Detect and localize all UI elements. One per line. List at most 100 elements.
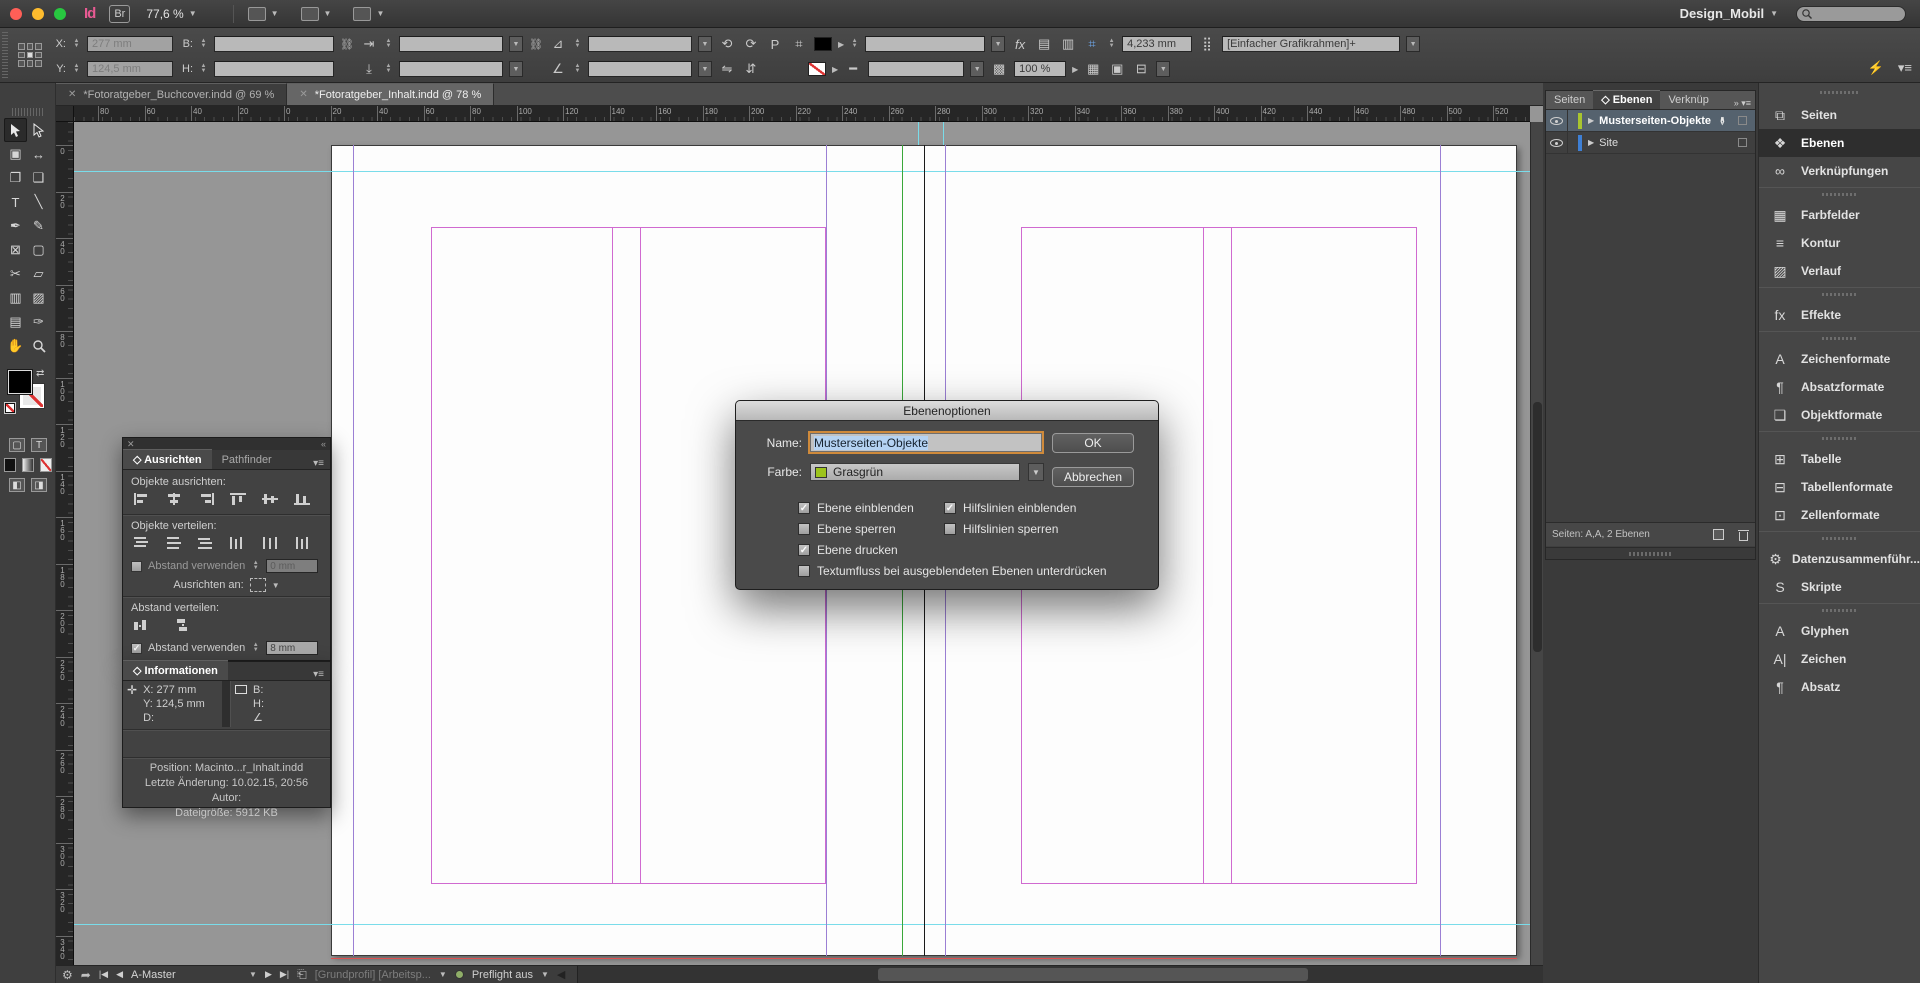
new-layer-button[interactable] [1713, 529, 1724, 540]
scale-y-field[interactable] [399, 61, 503, 77]
vertical-ruler[interactable]: 0204060801001201401601802002202402602803… [56, 122, 74, 965]
spacing-field[interactable]: 0 mm [266, 559, 318, 573]
zoom-level-dropdown[interactable]: 77,6 %▼ [146, 7, 196, 21]
version-sync-icon[interactable]: ⚙ [62, 968, 73, 982]
layer-name[interactable]: Site [1599, 137, 1618, 149]
height-stepper[interactable]: ▲▼ [199, 61, 208, 77]
last-page-button[interactable]: ▶| [280, 969, 289, 980]
panel-collapse-icon[interactable]: » ▾≡ [1734, 98, 1755, 109]
next-page-button[interactable]: ▶ [265, 969, 272, 980]
bridge-button[interactable]: Br [109, 5, 130, 23]
panel-menu-icon[interactable]: ▾≡ [313, 458, 330, 469]
dock-item-farbfelder[interactable]: ▦Farbfelder [1759, 201, 1920, 229]
layer-visibility-toggle[interactable] [1546, 132, 1568, 153]
corner-options-icon[interactable]: ⌗ [1083, 36, 1101, 52]
preview-view-button[interactable]: ◨ [31, 478, 47, 492]
distribute-dis-r-icon[interactable] [293, 536, 311, 550]
layer-name-input[interactable]: Musterseiten-Objekte [810, 433, 1042, 452]
layer-row-1[interactable]: ▶ Site [1546, 132, 1755, 154]
layer-color-dropdown[interactable]: ▼ [1028, 463, 1044, 481]
frame-fitting-dropdown[interactable]: ▼ [1156, 61, 1170, 77]
vertical-scrollbar[interactable] [1530, 122, 1543, 965]
tools-panel-grip[interactable] [12, 108, 44, 116]
align-al-m-icon[interactable] [261, 492, 279, 506]
close-tab-icon[interactable]: ✕ [68, 89, 76, 100]
horizontal-scrollbar-thumb[interactable] [878, 968, 1308, 981]
dock-group-divider[interactable] [1759, 331, 1920, 345]
distribute-dis-m-icon[interactable] [165, 536, 183, 550]
stroke-weight-field[interactable] [865, 36, 985, 52]
page-tool[interactable]: ▣ [4, 142, 27, 166]
workspace-switcher[interactable]: Design_Mobil▼ [1680, 6, 1778, 21]
checkbox-textumfluss-3[interactable]: Textumfluss bei ausgeblendeten Ebenen un… [798, 564, 1107, 578]
document-tab-0[interactable]: ✕*Fotoratgeber_Buchcover.indd @ 69 % [56, 83, 287, 105]
layer-name[interactable]: Musterseiten-Objekte [1599, 115, 1711, 127]
preflight-profile-label[interactable]: [Grundprofil] [Arbeitsp... [315, 969, 431, 981]
dock-item-verlauf[interactable]: ▨Verlauf [1759, 257, 1920, 285]
preflight-label[interactable]: Preflight aus [472, 969, 533, 981]
screen-mode-dropdown[interactable]: ▼ [301, 7, 332, 21]
cyan-ruler-guide[interactable] [74, 924, 1530, 925]
distribute-dis-c-icon[interactable] [261, 536, 279, 550]
type-tool[interactable]: T [4, 190, 27, 214]
dock-item-absatz[interactable]: ¶Absatz [1759, 673, 1920, 701]
delete-layer-button[interactable] [1738, 529, 1749, 541]
dock-item-zellenformate[interactable]: ⊡Zellenformate [1759, 501, 1920, 529]
checkbox-ebene-0[interactable]: ✓Ebene einblenden [798, 501, 914, 515]
scale-x-field[interactable] [399, 36, 503, 52]
x-field[interactable]: 277 mm [87, 36, 173, 52]
apply-gradient-button[interactable] [22, 458, 34, 472]
x-stepper[interactable]: ▲▼ [72, 36, 81, 52]
view-options-dropdown[interactable]: ▼ [248, 7, 279, 21]
corner-radius-field[interactable]: 4,233 mm [1122, 36, 1192, 52]
content-placer-tool[interactable]: ❑ [27, 166, 50, 190]
dock-group-divider[interactable] [1759, 531, 1920, 545]
fill-color-swatch[interactable] [814, 37, 832, 51]
object-style-field[interactable]: [Einfacher Grafikrahmen]+ [1222, 36, 1400, 52]
stroke-color-swatch[interactable] [808, 62, 826, 76]
object-style-dropdown[interactable]: ▼ [1406, 36, 1420, 52]
formatting-affects-text-button[interactable]: T [31, 438, 47, 452]
dock-group-divider[interactable] [1759, 287, 1920, 301]
close-tab-icon[interactable]: ✕ [299, 89, 307, 100]
dock-group-divider[interactable] [1759, 187, 1920, 201]
layer-color-select[interactable]: Grasgrün [810, 463, 1020, 481]
dock-item-tabelle[interactable]: ⊞Tabelle [1759, 445, 1920, 473]
panel-tab-seiten[interactable]: Seiten [1546, 92, 1593, 109]
document-status-icon[interactable]: ⎗ [297, 967, 307, 982]
rotation-field[interactable] [588, 61, 692, 77]
selection-tool[interactable] [4, 118, 27, 142]
stroke-weight-stepper[interactable]: ▲▼ [850, 36, 859, 52]
frame-fitting-icon[interactable]: ⊟ [1132, 61, 1150, 77]
reference-point-proxy[interactable] [18, 43, 42, 67]
scissors-tool[interactable]: ✂ [4, 262, 27, 286]
dock-item-datenzusammenführ-[interactable]: ⚙Datenzusammenführ... [1759, 545, 1920, 573]
share-icon[interactable]: ➦ [81, 968, 91, 982]
preflight-dropdown[interactable]: ▼ [541, 970, 549, 979]
height-field[interactable] [214, 61, 334, 77]
direct-selection-tool[interactable] [27, 118, 50, 142]
hscroll-left-arrow[interactable]: ◀ [557, 968, 565, 981]
disclosure-triangle-icon[interactable]: ▶ [1588, 138, 1594, 147]
tab-pathfinder[interactable]: Pathfinder [212, 451, 282, 469]
y-field[interactable]: 124,5 mm [87, 61, 173, 77]
dock-item-zeichen[interactable]: A|Zeichen [1759, 645, 1920, 673]
ok-button[interactable]: OK [1052, 433, 1134, 453]
wrap-bounding-icon[interactable]: ▥ [1059, 36, 1077, 52]
quick-apply-icon[interactable]: ⚡ [1868, 60, 1884, 76]
flip-h-icon[interactable]: ⇋ [718, 61, 736, 77]
tab-ausrichten[interactable]: ◇ Ausrichten [123, 449, 212, 469]
space-sp-h-icon[interactable] [133, 618, 151, 632]
dock-group-divider[interactable] [1759, 431, 1920, 445]
cyan-ruler-guide[interactable] [918, 122, 919, 145]
page-number-field[interactable]: A-Master [131, 969, 241, 981]
shear-dropdown[interactable]: ▼ [698, 36, 712, 52]
checkbox-hilfslinien-1[interactable]: Hilfslinien sperren [944, 522, 1058, 536]
violet-ruler-guide[interactable] [353, 145, 354, 956]
panel-grip[interactable] [2, 32, 8, 78]
scale-x-dropdown[interactable]: ▼ [509, 36, 523, 52]
constrain-proportions-icon[interactable]: ⛓ [340, 38, 354, 51]
effects-icon[interactable]: fx [1011, 37, 1029, 52]
link-scale-icon[interactable]: ⛓ [529, 38, 543, 51]
stroke-type-field[interactable] [868, 61, 964, 77]
